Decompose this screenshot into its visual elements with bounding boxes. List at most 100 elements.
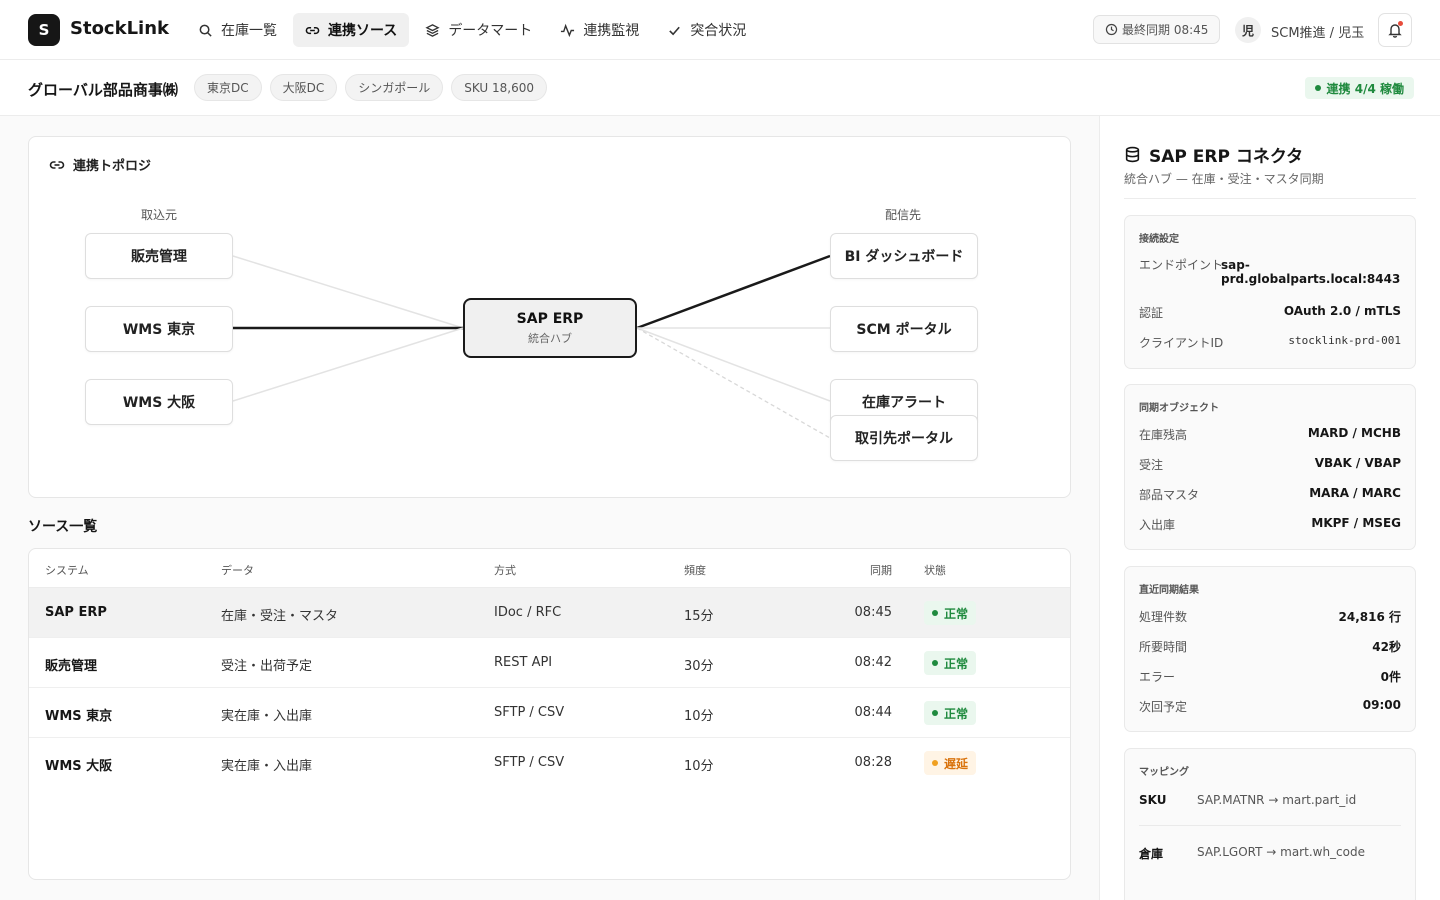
status-dot [932,760,938,766]
client-id-value[interactable]: stocklink-prd-001 [1288,334,1401,347]
column-header-state[interactable]: 状態 [924,562,946,578]
user-name[interactable]: SCM推進 / 児玉 [1271,22,1364,41]
topology-title-text: 連携トポロジ [73,159,152,174]
connection-wms-osaka-to-hub [232,327,464,402]
kv-key: 所要時間 [1139,640,1188,654]
status-badge: 正常 [924,701,977,725]
nav-item-monitoring[interactable]: 連携監視 [548,13,651,47]
brand-name[interactable]: StockLink [70,18,169,39]
topology-title: 連携トポロジ [49,155,151,174]
mapping-value: SAP.LGORT → mart.wh_code [1197,845,1365,859]
kv-value: 42秒 [1372,640,1401,654]
cell-data: 実在庫・入出庫 [221,759,313,774]
status-text: 正常 [944,706,969,721]
cell-method: IDoc / RFC [494,605,562,620]
node-sales[interactable]: 販売管理 [85,233,233,279]
node-bi-dashboard[interactable]: BI ダッシュボード [830,233,978,279]
nav-item-sources[interactable]: 連携ソース [293,13,410,47]
kv-value: 0件 [1380,670,1401,684]
node-scm-portal[interactable]: SCM ポータル [830,306,978,352]
node-wms-osaka[interactable]: WMS 大阪 [85,379,233,425]
cell-frequency: 10分 [684,709,714,724]
search-icon [199,24,212,37]
hub-node[interactable]: SAP ERP 統合ハブ [463,298,637,358]
mapping-key: 倉庫 [1139,847,1164,861]
check-icon [669,26,681,35]
avatar[interactable]: 児 [1235,17,1261,43]
column-header-sync[interactable]: 同期 [832,562,892,578]
kv-value: VBAK / VBAP [1314,456,1401,470]
link-icon [305,26,320,34]
column-header-method[interactable]: 方式 [494,562,516,578]
section-label: 同期オブジェクト [1139,403,1219,414]
app-logo[interactable]: S [28,14,60,46]
endpoint-value[interactable]: sap-prd.globalparts.local:8443 [1221,258,1400,286]
cell-frequency: 30分 [684,659,714,674]
divider [1139,825,1401,826]
connection-hub-to-partner [636,327,831,439]
cell-frequency: 15分 [684,609,714,624]
column-header-frequency[interactable]: 頻度 [684,562,706,578]
connection-hub-to-bi [636,254,831,330]
kv-value: 09:00 [1362,698,1401,712]
table-row[interactable]: WMS 東京 実在庫・入出庫 SFTP / CSV 10分 08:44 正常 [29,688,1070,738]
column-header-system[interactable]: システム [45,562,89,578]
source-table: システム データ 方式 頻度 同期 状態 SAP ERP 在庫・受注・マスタ I… [28,548,1071,880]
status-text: 連携 4/4 稼働 [1326,81,1404,96]
mapping-key: SKU [1139,793,1167,807]
nav-item-datamart[interactable]: データマート [413,13,544,47]
cell-method: SFTP / CSV [494,755,565,770]
nav-item-label: 突合状況 [690,23,747,39]
kv-key: 処理件数 [1139,610,1188,624]
section-label: 直近同期結果 [1139,585,1199,596]
node-partner-portal[interactable]: 取引先ポータル [830,415,978,461]
table-row[interactable]: SAP ERP 在庫・受注・マスタ IDoc / RFC 15分 08:45 正… [29,588,1070,638]
table-header: システム データ 方式 頻度 同期 状態 [29,549,1070,588]
cell-frequency: 10分 [684,759,714,774]
clock-icon [1105,23,1118,36]
cell-system: WMS 東京 [45,709,113,724]
notifications-button[interactable] [1378,13,1412,47]
column-header-data[interactable]: データ [221,562,254,578]
cell-method: SFTP / CSV [494,705,565,720]
cell-sync: 08:44 [854,705,892,720]
kv-key: エンドポイント [1139,258,1224,272]
company-name: グローバル部品商事㈱ [28,81,178,99]
section-label: マッピング [1139,767,1189,778]
source-list-title: ソース一覧 [28,519,98,535]
table-row[interactable]: WMS 大阪 実在庫・入出庫 SFTP / CSV 10分 08:28 遅延 [29,738,1070,788]
sync-objects-section: 同期オブジェクト 在庫残高 MARD / MCHB 受注 VBAK / VBAP… [1124,384,1416,550]
chip-tokyo-dc[interactable]: 東京DC [194,74,262,101]
chip-osaka-dc[interactable]: 大阪DC [269,74,338,101]
status-text: 正常 [944,656,969,671]
chip-singapore[interactable]: シンガポール [345,74,444,101]
panel-title: SAP ERP コネクタ [1124,142,1303,167]
cell-data: 受注・出荷予定 [221,659,313,674]
kv-key: 部品マスタ [1139,488,1200,502]
status-text: 正常 [944,606,969,621]
nav-item-inventory[interactable]: 在庫一覧 [186,13,289,47]
link-icon [49,160,65,169]
kv-key: 在庫残高 [1139,428,1188,442]
hub-subtitle: 統合ハブ [528,331,572,345]
sync-results-section: 直近同期結果 処理件数 24,816 行 所要時間 42秒 エラー 0件 次回予… [1124,566,1416,732]
nav-item-label: データマート [448,23,533,39]
panel-subtitle: 統合ハブ — 在庫・受注・マスタ同期 [1124,172,1324,186]
divider [1124,198,1416,199]
kv-key: エラー [1139,670,1176,684]
cell-sync: 08:28 [854,755,892,770]
nav-item-label: 在庫一覧 [221,23,277,39]
table-row[interactable]: 販売管理 受注・出荷予定 REST API 30分 08:42 正常 [29,638,1070,688]
node-wms-tokyo[interactable]: WMS 東京 [85,306,233,352]
cell-data: 在庫・受注・マスタ [221,609,339,624]
layers-icon [425,23,440,37]
status-text: 遅延 [944,756,969,771]
status-dot [932,610,938,616]
chip-sku-count[interactable]: SKU 18,600 [451,74,548,101]
last-sync-indicator[interactable]: 最終同期 08:45 [1093,15,1221,44]
nav-item-reconciliation[interactable]: 突合状況 [655,13,758,47]
kv-value: OAuth 2.0 / mTLS [1283,304,1401,318]
status-dot [932,710,938,716]
connection-sales-to-hub [232,255,464,329]
topology-card: 連携トポロジ 取込元 配信先 販売管理 WMS 東京 WMS 大阪 SAP ER… [28,136,1071,498]
